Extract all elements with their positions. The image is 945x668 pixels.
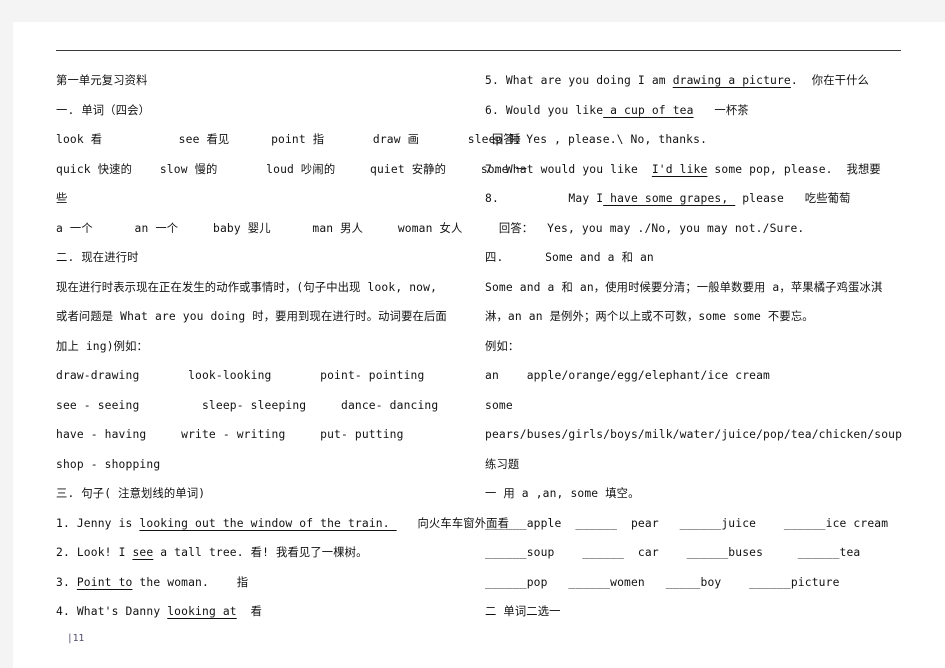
sentence-item: 1. Jenny is looking out the window of th… bbox=[56, 509, 509, 539]
document-title: 第一单元复习资料 bbox=[56, 74, 148, 87]
section-one-heading: 一. 单词（四会） bbox=[56, 103, 151, 117]
sentence-text-after: 看 bbox=[236, 605, 263, 618]
page-columns: 第一单元复习资料 一. 单词（四会） look 看 see 看见 point 指… bbox=[13, 66, 945, 646]
sentence-item: 8. May I have some grapes, please 吃些葡萄 bbox=[485, 184, 935, 214]
vocab-row: look 看 see 看见 point 指 draw 画 sleep 睡 bbox=[56, 133, 521, 146]
blank-row: ______pop ______women _____boy ______pic… bbox=[485, 575, 840, 589]
sentence-text-before: What's Danny bbox=[69, 605, 168, 618]
verb-row: see - seeing sleep- sleeping dance- danc… bbox=[56, 398, 439, 412]
sentence-item: 7. What would you like I'd like some pop… bbox=[485, 155, 935, 185]
sentence-text-before: What are you doing I am bbox=[498, 74, 673, 87]
sentence-item: 3. Point to the woman. 指 bbox=[56, 568, 486, 598]
sentence-number: 3. bbox=[56, 575, 70, 589]
exercise-two-heading: 二 单词二选一 bbox=[485, 605, 561, 618]
sentence-number: 5. bbox=[485, 74, 499, 87]
sentence-text-before: May I bbox=[498, 192, 604, 205]
example-an-row: an apple/orange/egg/elephant/ice cream bbox=[485, 369, 771, 382]
sentence-number: 7. bbox=[485, 162, 499, 176]
sentence-underlined: have some grapes, bbox=[603, 192, 736, 205]
sentence-text-after: please 吃些葡萄 bbox=[735, 192, 851, 205]
page-number-marker: |11 bbox=[67, 633, 85, 644]
section-two-body: 现在进行时表示现在正在发生的动作或事情时，(句子中出现 look, now, 或… bbox=[56, 280, 447, 353]
sentence-underlined: Point to bbox=[76, 575, 133, 589]
sentence-text-before: Would you like bbox=[498, 103, 604, 117]
vocab-row: quick 快速的 slow 慢的 loud 吵闹的 quiet 安静的 som… bbox=[56, 162, 528, 176]
sentence-underlined: looking out the window of the train. bbox=[139, 516, 397, 530]
verb-row: draw-drawing look-looking point- pointin… bbox=[56, 369, 425, 382]
section-three-heading: 三. 句子( 注意划线的单词) bbox=[56, 487, 206, 500]
sentence-item: 2. Look! I see a tall tree. 看! 我看见了一棵树。 bbox=[56, 538, 486, 568]
example-some-list: pears/buses/girls/boys/milk/water/juice/… bbox=[485, 428, 903, 441]
sentence-text-before: Look! I bbox=[69, 546, 133, 559]
blank-row: ______soup ______ car ______buses ______… bbox=[485, 546, 861, 559]
sentence-number: 6. bbox=[485, 103, 499, 117]
example-some-label: some bbox=[485, 398, 513, 412]
section-four-body: Some and a 和 an，使用时候要分清；一般单数要用 a，苹果橘子鸡蛋冰… bbox=[485, 280, 883, 353]
right-column: 5. What are you doing I am drawing a pic… bbox=[485, 66, 935, 627]
header-divider bbox=[56, 50, 901, 51]
document-page: 第一单元复习资料 一. 单词（四会） look 看 see 看见 point 指… bbox=[13, 22, 945, 668]
blank-row: ______apple ______ pear ______juice ____… bbox=[485, 516, 889, 530]
sentence-underlined: looking at bbox=[167, 605, 237, 618]
sentence-number: 1. bbox=[56, 516, 70, 530]
sentence-item: 4. What's Danny looking at 看 bbox=[56, 597, 486, 627]
sentence-number: 2. bbox=[56, 546, 70, 559]
sentence-text-after: a tall tree. 看! 我看见了一棵树。 bbox=[153, 546, 368, 559]
answer-line: 回答：Yes , please.\ No, thanks. bbox=[485, 133, 708, 146]
sentence-number: 8. bbox=[485, 192, 499, 205]
section-four-heading: 四. Some and a 和 an bbox=[485, 251, 654, 264]
sentence-underlined: a cup of tea bbox=[603, 103, 694, 117]
vocab-row: 些 bbox=[56, 192, 68, 205]
answer-line: 回答： Yes, you may ./No, you may not./Sure… bbox=[485, 221, 805, 235]
verb-row: shop - shopping bbox=[56, 457, 161, 471]
sentence-underlined: see bbox=[132, 546, 154, 559]
sentence-item: 6. Would you like a cup of tea 一杯茶 bbox=[485, 96, 935, 126]
left-column: 第一单元复习资料 一. 单词（四会） look 看 see 看见 point 指… bbox=[56, 66, 528, 627]
vocab-row: a 一个 an 一个 baby 婴儿 man 男人 woman 女人 bbox=[56, 221, 463, 235]
sentence-number: 4. bbox=[56, 605, 70, 618]
sentence-text-after: 一杯茶 bbox=[693, 103, 749, 117]
sentence-text-before: What would you like bbox=[498, 162, 652, 176]
sentence-text-after: some pop, please. 我想要 bbox=[707, 162, 881, 176]
section-two-heading: 二. 现在进行时 bbox=[56, 251, 139, 264]
sentence-underlined: drawing a picture bbox=[672, 74, 791, 87]
exercises-heading: 练习题 bbox=[485, 457, 520, 471]
sentence-text-after: the woman. 指 bbox=[132, 575, 249, 589]
sentence-underlined: I'd like bbox=[651, 162, 708, 176]
sentence-item: 5. What are you doing I am drawing a pic… bbox=[485, 66, 935, 96]
sentence-text-after: . 你在干什么 bbox=[790, 74, 869, 87]
exercise-one-heading: 一 用 a ,an, some 填空。 bbox=[485, 487, 640, 500]
document-viewer: 第一单元复习资料 一. 单词（四会） look 看 see 看见 point 指… bbox=[0, 0, 945, 668]
verb-row: have - having write - writing put- putti… bbox=[56, 428, 404, 441]
sentence-text-before bbox=[70, 576, 77, 589]
sentence-text-before: Jenny is bbox=[69, 516, 140, 530]
